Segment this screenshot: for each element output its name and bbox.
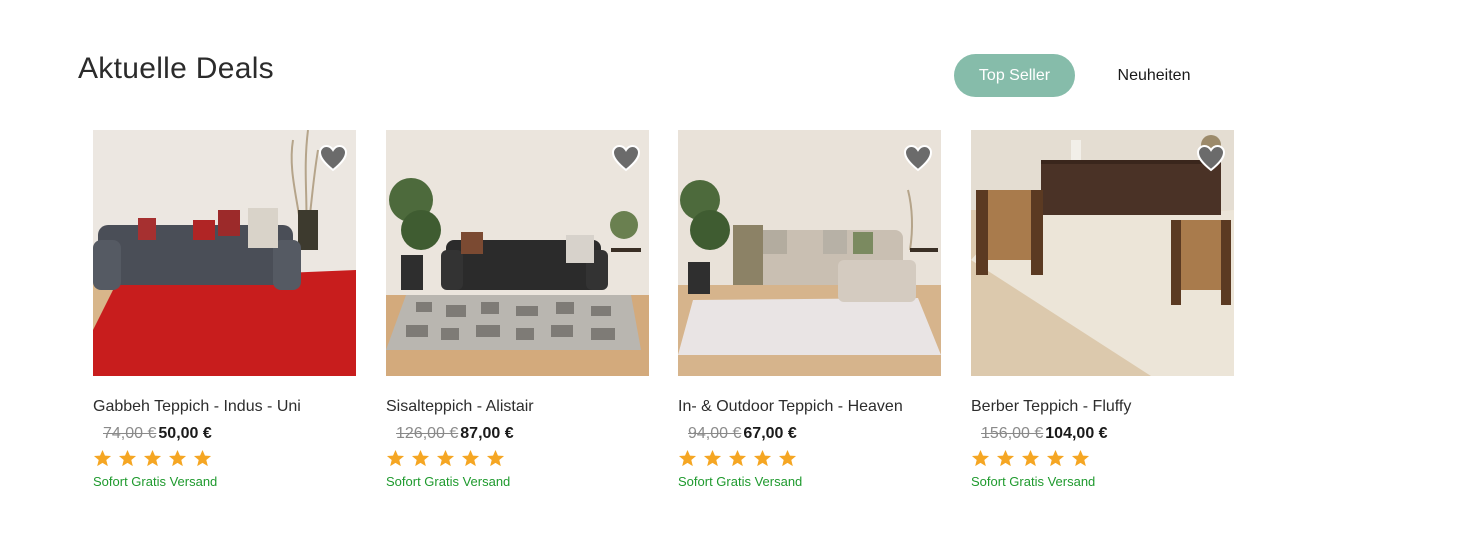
rating-stars [386, 449, 649, 468]
product-card[interactable]: In- & Outdoor Teppich - Heaven 94,00 €67… [678, 130, 941, 489]
shipping-info: Sofort Gratis Versand [678, 474, 803, 489]
old-price: 94,00 € [688, 425, 742, 442]
shipping-info: Sofort Gratis Versand [971, 474, 1096, 489]
heart-icon[interactable] [318, 144, 348, 172]
star-icon [996, 449, 1015, 467]
product-name[interactable]: Berber Teppich - Fluffy [971, 398, 1234, 416]
star-icon [461, 449, 480, 467]
heart-icon[interactable] [903, 144, 933, 172]
product-card[interactable]: Berber Teppich - Fluffy 156,00 €104,00 €… [971, 130, 1234, 489]
star-icon [753, 449, 772, 467]
price-row: 94,00 €67,00 € [678, 425, 941, 443]
product-image[interactable] [678, 130, 941, 376]
rating-stars [93, 449, 356, 468]
star-icon [168, 449, 187, 467]
new-price: 104,00 € [1045, 425, 1108, 442]
tab-top-seller[interactable]: Top Seller [954, 54, 1075, 97]
shipping-info: Sofort Gratis Versand [93, 474, 218, 489]
product-card[interactable]: Sisalteppich - Alistair 126,00 €87,00 € … [386, 130, 649, 489]
star-icon [1046, 449, 1065, 467]
rating-stars [971, 449, 1234, 468]
star-icon [143, 449, 162, 467]
shipping-info: Sofort Gratis Versand [386, 474, 511, 489]
star-icon [678, 449, 697, 467]
star-icon [436, 449, 455, 467]
star-icon [728, 449, 747, 467]
heart-icon[interactable] [1196, 144, 1226, 172]
old-price: 126,00 € [396, 425, 459, 442]
product-image[interactable] [93, 130, 356, 376]
star-icon [1071, 449, 1090, 467]
product-name[interactable]: Gabbeh Teppich - Indus - Uni [93, 398, 356, 416]
new-price: 67,00 € [743, 425, 797, 442]
star-icon [386, 449, 405, 467]
product-image[interactable] [971, 130, 1234, 376]
star-icon [703, 449, 722, 467]
price-row: 156,00 €104,00 € [971, 425, 1234, 443]
star-icon [778, 449, 797, 467]
old-price: 156,00 € [981, 425, 1044, 442]
section-title: Aktuelle Deals [78, 52, 274, 85]
product-name[interactable]: In- & Outdoor Teppich - Heaven [678, 398, 941, 416]
star-icon [193, 449, 212, 467]
product-card[interactable]: Gabbeh Teppich - Indus - Uni 74,00 €50,0… [93, 130, 356, 489]
product-image[interactable] [386, 130, 649, 376]
rating-stars [678, 449, 941, 468]
heart-icon[interactable] [611, 144, 641, 172]
old-price: 74,00 € [103, 425, 157, 442]
star-icon [1021, 449, 1040, 467]
new-price: 87,00 € [460, 425, 514, 442]
star-icon [971, 449, 990, 467]
star-icon [411, 449, 430, 467]
new-price: 50,00 € [158, 425, 212, 442]
star-icon [93, 449, 112, 467]
tab-neuheiten[interactable]: Neuheiten [1094, 54, 1214, 97]
price-row: 74,00 €50,00 € [93, 425, 356, 443]
star-icon [486, 449, 505, 467]
product-name[interactable]: Sisalteppich - Alistair [386, 398, 649, 416]
price-row: 126,00 €87,00 € [386, 425, 649, 443]
star-icon [118, 449, 137, 467]
